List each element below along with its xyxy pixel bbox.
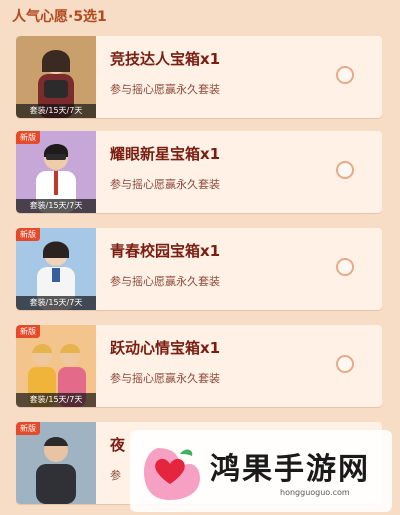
- item-durations: 套装/15天/7天: [16, 393, 96, 407]
- item-title: 跃动心情宝箱x1: [110, 339, 221, 357]
- item-subtitle: 参与摇心愿赢永久套装: [110, 83, 220, 96]
- item-subtitle: 参: [110, 469, 121, 482]
- item-subtitle: 参与摇心愿赢永久套装: [110, 178, 220, 191]
- wish-item-4[interactable]: 新版 套装/15天/7天 跃动心情宝箱x1 参与摇心愿赢永久套装: [16, 325, 382, 407]
- item-thumbnail: 套装/15天/7天: [16, 36, 96, 118]
- select-radio[interactable]: [336, 66, 354, 84]
- watermark-text: 鸿果手游网: [210, 452, 370, 487]
- watermark-overlay: 鸿果手游网 hongguoguo.com: [130, 430, 392, 512]
- wish-item-1[interactable]: 套装/15天/7天 竞技达人宝箱x1 参与摇心愿赢永久套装: [16, 36, 382, 118]
- item-thumbnail: 新版 套装/15天/7天: [16, 131, 96, 213]
- item-subtitle: 参与摇心愿赢永久套装: [110, 372, 220, 385]
- select-radio[interactable]: [336, 355, 354, 373]
- watermark-url: hongguoguo.com: [280, 488, 350, 497]
- new-tag: 新版: [16, 228, 40, 241]
- item-title: 青春校园宝箱x1: [110, 242, 221, 260]
- new-tag: 新版: [16, 325, 40, 338]
- section-title: 人气心愿·5选1: [12, 9, 107, 25]
- item-thumbnail: 新版: [16, 422, 96, 504]
- wish-item-3[interactable]: 新版 套装/15天/7天 青春校园宝箱x1 参与摇心愿赢永久套装: [16, 228, 382, 310]
- item-thumbnail: 新版 套装/15天/7天: [16, 325, 96, 407]
- item-thumbnail: 新版 套装/15天/7天: [16, 228, 96, 310]
- item-title: 夜: [110, 436, 126, 454]
- select-radio[interactable]: [336, 258, 354, 276]
- item-title: 竞技达人宝箱x1: [110, 50, 221, 68]
- wish-item-2[interactable]: 新版 套装/15天/7天 耀眼新星宝箱x1 参与摇心愿赢永久套装: [16, 131, 382, 213]
- item-durations: 套装/15天/7天: [16, 199, 96, 213]
- item-title: 耀眼新星宝箱x1: [110, 145, 221, 163]
- item-durations: 套装/15天/7天: [16, 104, 96, 118]
- watermark-logo: [144, 448, 200, 500]
- new-tag: 新版: [16, 131, 40, 144]
- item-durations: 套装/15天/7天: [16, 296, 96, 310]
- select-radio[interactable]: [336, 161, 354, 179]
- new-tag: 新版: [16, 422, 40, 435]
- item-subtitle: 参与摇心愿赢永久套装: [110, 275, 220, 288]
